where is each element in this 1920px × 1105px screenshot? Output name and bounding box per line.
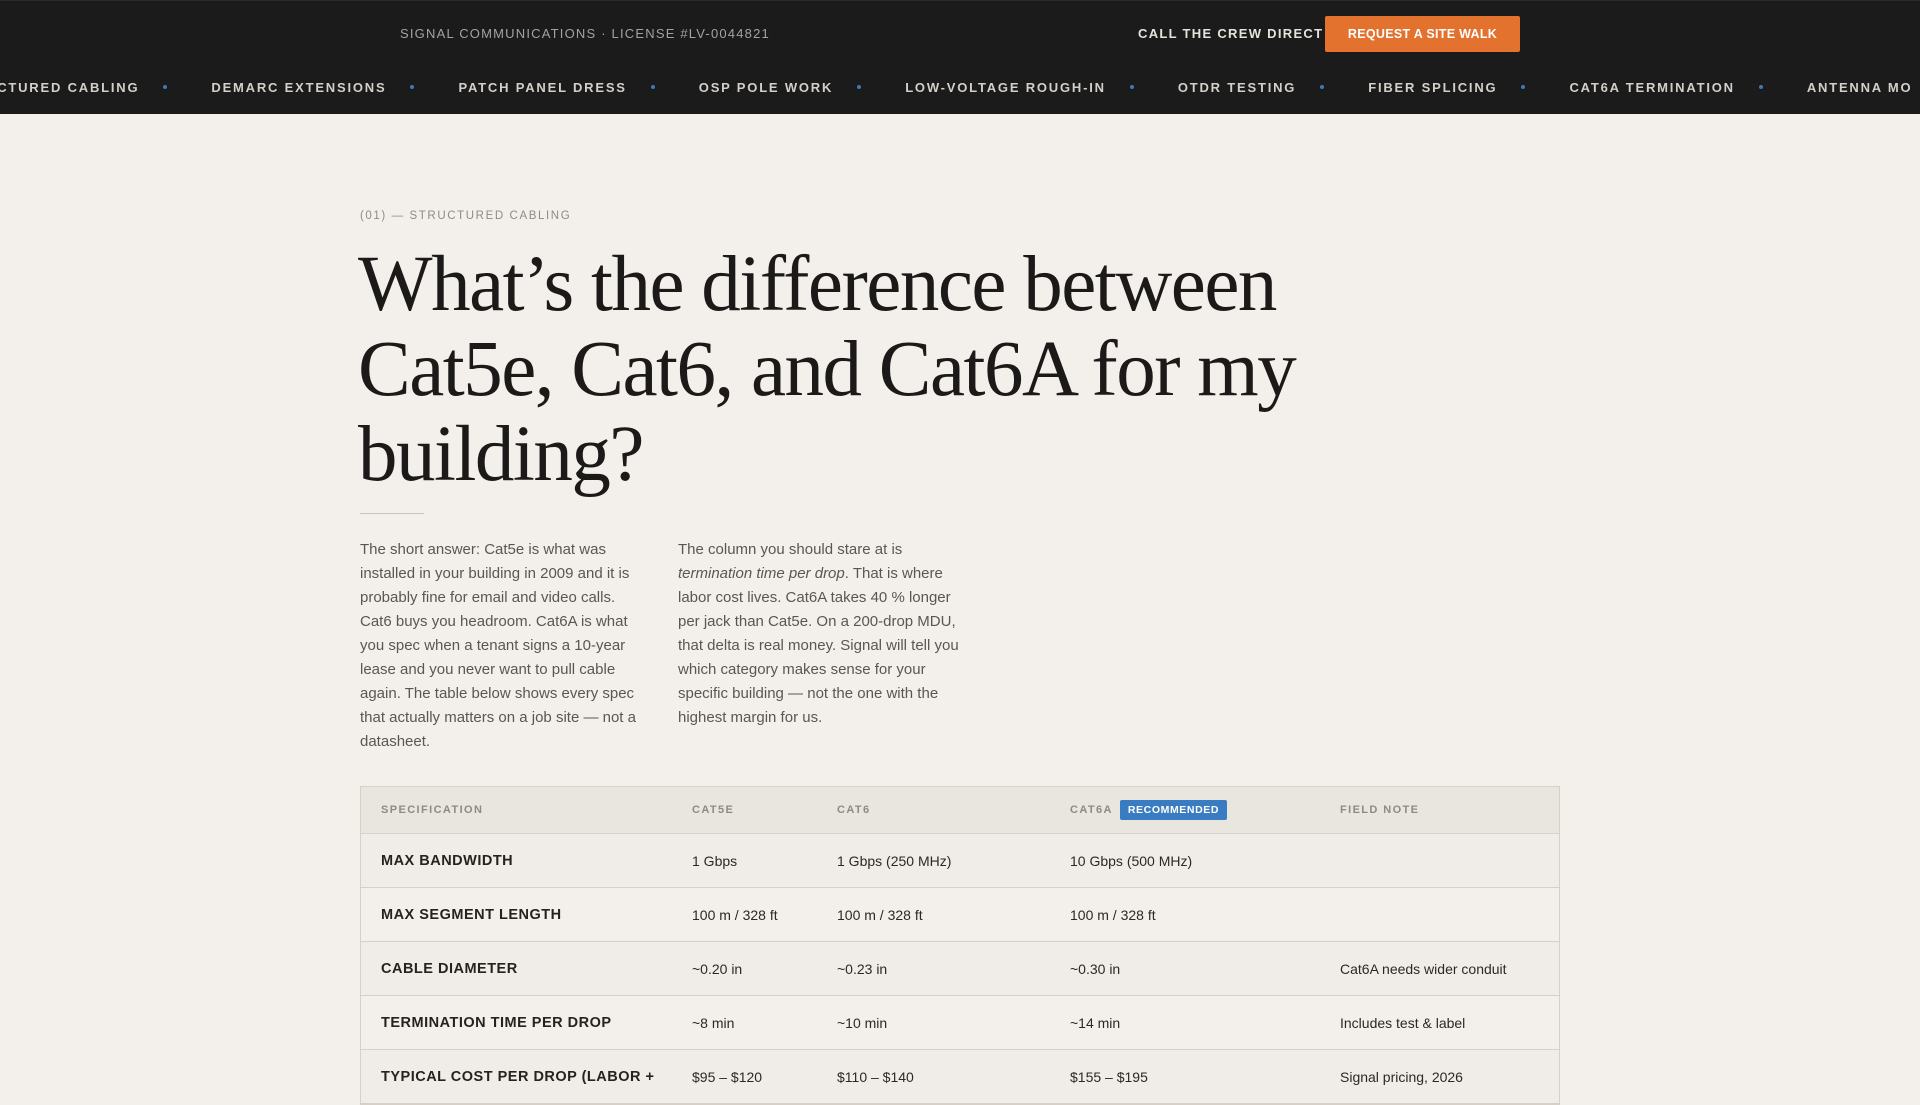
cat6-value: ~0.23 in [837, 960, 888, 977]
ticker-item: CAT6A TERMINATION [1569, 79, 1735, 95]
spec-table: SPECIFICATION CAT5E CAT6 CAT6A RECOMMENDE… [360, 786, 1560, 1105]
ticker-separator-dot [163, 85, 168, 89]
spec-label: MAX SEGMENT LENGTH [381, 906, 562, 923]
ticker-item: DEMARC EXTENSIONS [211, 79, 387, 95]
ticker-separator-dot [1521, 85, 1526, 89]
table-row: CABLE DIAMETER ~0.20 in ~0.23 in ~0.30 in Ca… [361, 942, 1559, 996]
ticker-item: ANTENNA MO [1806, 79, 1913, 95]
cat5e-value: 100 m / 328 ft [692, 906, 778, 923]
ticker-item: OTDR TESTING [1177, 79, 1297, 95]
table-body: MAX BANDWIDTH 1 Gbps 1 Gbps (250 MHz) 10 Gb… [361, 834, 1559, 1104]
spec-label: TERMINATION TIME PER DROP [381, 1014, 612, 1031]
cat6a-value: 10 Gbps (500 MHz) [1070, 852, 1193, 869]
cat6-value: 1 Gbps (250 MHz) [837, 852, 952, 869]
request-site-walk-button[interactable]: REQUEST A SITE WALK [1325, 16, 1520, 52]
intro-column-right: The column you should stare at is termin… [678, 538, 968, 730]
ticker-separator-dot [650, 85, 655, 89]
ticker-item: PATCH PANEL DRESS [458, 79, 627, 95]
table-row: MAX BANDWIDTH 1 Gbps 1 Gbps (250 MHz) 10 Gb… [361, 834, 1559, 888]
header-cat6a: CAT6A RECOMMENDED [1050, 800, 1320, 820]
ticker-item: OSP POLE WORK [698, 79, 834, 95]
cat5e-value: $95 – $120 [692, 1068, 763, 1085]
cat5e-value: 1 Gbps [692, 852, 738, 869]
ticker-item: UCTURED CABLING [0, 79, 140, 95]
spec-label: CABLE DIAMETER [381, 960, 518, 977]
cat5e-value: ~0.20 in [692, 960, 743, 977]
cat6a-value: ~0.30 in [1070, 960, 1121, 977]
section-eyebrow: (01) — STRUCTURED CABLING [360, 210, 572, 222]
table-row: TYPICAL COST PER DROP (LABOR + $95 – $120… [361, 1050, 1559, 1104]
ticker-separator-dot [410, 85, 415, 89]
table-row: TERMINATION TIME PER DROP ~8 min ~10 min ~1… [361, 996, 1559, 1050]
ticker-separator-dot [1129, 85, 1134, 89]
cat6-value: 100 m / 328 ft [837, 906, 923, 923]
cat6a-value: $155 – $195 [1070, 1068, 1148, 1085]
field-note: Signal pricing, 2026 [1340, 1068, 1463, 1085]
header-cat5e: CAT5E [692, 804, 735, 816]
services-ticker: UCTURED CABLING DEMARC EXTENSIONS PATCH PA… [0, 75, 1912, 99]
top-bar: SIGNAL COMMUNICATIONS · LICENSE #LV-0044… [0, 0, 1920, 114]
cat6a-value: 100 m / 328 ft [1070, 906, 1156, 923]
recommended-badge: RECOMMENDED [1119, 800, 1228, 820]
intro-column-left: The short answer: Cat5e is what was inst… [360, 541, 636, 750]
spec-label: TYPICAL COST PER DROP (LABOR + [381, 1068, 655, 1085]
header-field-note: FIELD NOTE [1340, 804, 1420, 816]
intro-text: . That is where labor cost lives. Cat6A … [678, 565, 959, 726]
ticker-item: FIBER SPLICING [1368, 79, 1498, 95]
field-note: Cat6A needs wider conduit [1340, 960, 1507, 977]
ticker-separator-dot [1758, 85, 1763, 89]
field-note: Includes test & label [1340, 1014, 1466, 1031]
table-row: MAX SEGMENT LENGTH 100 m / 328 ft 100 m / … [361, 888, 1559, 942]
cat5e-value: ~8 min [692, 1014, 735, 1031]
intro-emphasis: termination time per drop [678, 565, 845, 582]
cat6-value: $110 – $140 [837, 1068, 914, 1085]
page-title: What’s the difference between Cat5e, Cat… [358, 241, 1297, 498]
header-specification: SPECIFICATION [381, 804, 484, 816]
intro-text: The column you should stare at is [678, 541, 903, 558]
divider [360, 513, 424, 514]
cat6-value: ~10 min [837, 1014, 888, 1031]
spec-label: MAX BANDWIDTH [381, 852, 514, 869]
license-text: SIGNAL COMMUNICATIONS · LICENSE #LV-0044… [400, 26, 770, 41]
ticker-separator-dot [1320, 85, 1325, 89]
ticker-separator-dot [857, 85, 862, 89]
header-cat6: CAT6 [837, 804, 871, 816]
header-cat6a-label: CAT6A [1070, 804, 1113, 816]
call-crew-link[interactable]: CALL THE CREW DIRECT [1138, 26, 1323, 41]
ticker-item: LOW-VOLTAGE ROUGH-IN [905, 79, 1106, 95]
cat6a-value: ~14 min [1070, 1014, 1121, 1031]
table-header-row: SPECIFICATION CAT5E CAT6 CAT6A RECOMMENDE… [361, 787, 1559, 834]
